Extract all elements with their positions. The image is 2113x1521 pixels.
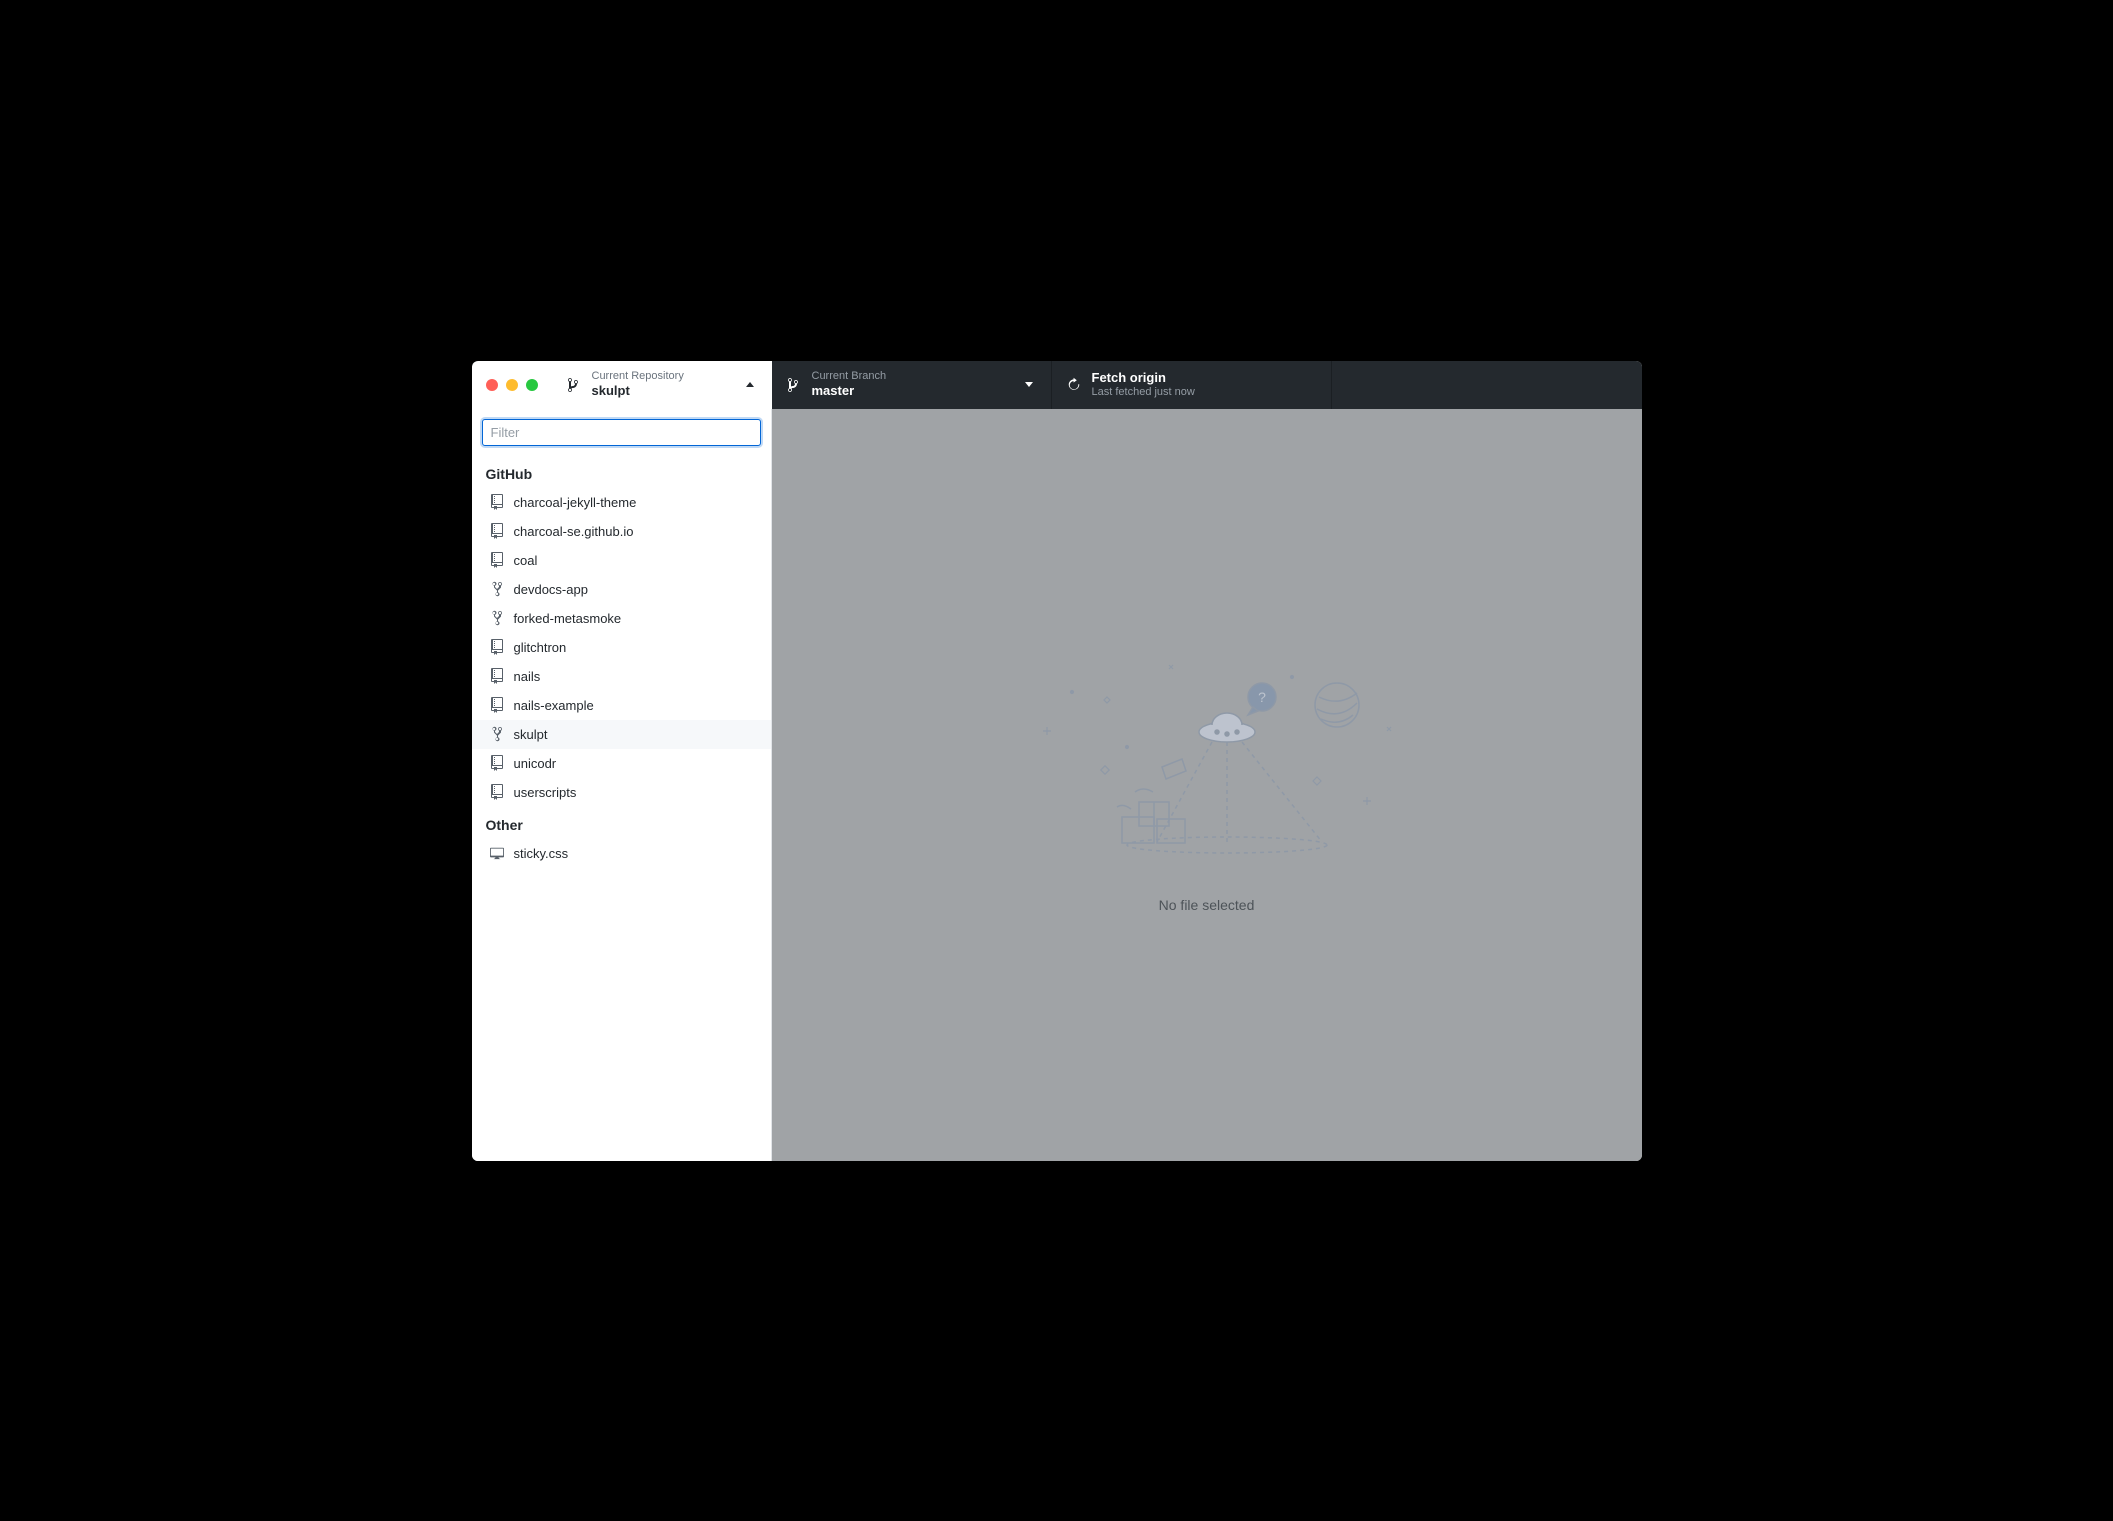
- repo-item[interactable]: charcoal-jekyll-theme: [472, 488, 771, 517]
- repo-item-label: nails: [514, 669, 541, 684]
- repo-item[interactable]: userscripts: [472, 778, 771, 807]
- repo-label: Current Repository: [592, 370, 684, 383]
- repo-group-header: Other: [472, 807, 771, 839]
- repo-item[interactable]: skulpt: [472, 720, 771, 749]
- repo-icon: [490, 524, 504, 538]
- filter-wrap: [472, 409, 771, 456]
- repo-item[interactable]: coal: [472, 546, 771, 575]
- repo-item-label: skulpt: [514, 727, 548, 742]
- minimize-window-button[interactable]: [506, 379, 518, 391]
- repo-icon: [490, 640, 504, 654]
- fork-icon: [490, 727, 504, 741]
- fetch-label: Fetch origin: [1092, 370, 1195, 386]
- main-panel: ?: [772, 409, 1642, 1161]
- repo-icon: [490, 495, 504, 509]
- current-repository-button[interactable]: Current Repository skulpt: [552, 361, 772, 409]
- fetch-origin-button[interactable]: Fetch origin Last fetched just now: [1052, 361, 1332, 409]
- repo-item[interactable]: sticky.css: [472, 839, 771, 868]
- empty-state-illustration: ?: [1017, 657, 1397, 867]
- fetch-status: Last fetched just now: [1092, 386, 1195, 399]
- repo-item-label: forked-metasmoke: [514, 611, 622, 626]
- branch-button-text: Current Branch master: [812, 370, 887, 399]
- repo-icon: [490, 756, 504, 770]
- repo-item[interactable]: forked-metasmoke: [472, 604, 771, 633]
- repo-icon: [490, 698, 504, 712]
- repo-item-label: devdocs-app: [514, 582, 588, 597]
- repository-sidebar: GitHub charcoal-jekyll-theme charcoal-se.g…: [472, 409, 772, 1161]
- fetch-button-text: Fetch origin Last fetched just now: [1092, 370, 1195, 399]
- branch-value: master: [812, 383, 887, 399]
- computer-icon: [490, 846, 504, 860]
- app-body: GitHub charcoal-jekyll-theme charcoal-se.g…: [472, 409, 1642, 1161]
- filter-input[interactable]: [482, 419, 761, 446]
- empty-state-text: No file selected: [1159, 897, 1255, 913]
- close-window-button[interactable]: [486, 379, 498, 391]
- repo-item-label: nails-example: [514, 698, 594, 713]
- repo-group-header: GitHub: [472, 456, 771, 488]
- git-branch-icon: [786, 377, 802, 393]
- chevron-up-icon: [746, 382, 754, 387]
- window-controls: [472, 361, 552, 409]
- repo-item-label: charcoal-se.github.io: [514, 524, 634, 539]
- repo-item[interactable]: devdocs-app: [472, 575, 771, 604]
- current-branch-button[interactable]: Current Branch master: [772, 361, 1052, 409]
- git-branch-icon: [566, 377, 582, 393]
- chevron-down-icon: [1025, 382, 1033, 387]
- sync-icon: [1066, 377, 1082, 393]
- repo-item-label: unicodr: [514, 756, 557, 771]
- repo-item[interactable]: unicodr: [472, 749, 771, 778]
- repo-icon: [490, 669, 504, 683]
- repo-value: skulpt: [592, 383, 684, 399]
- titlebar: Current Repository skulpt Current Branch…: [472, 361, 1642, 409]
- repository-list[interactable]: GitHub charcoal-jekyll-theme charcoal-se.g…: [472, 456, 771, 1161]
- repo-item[interactable]: nails-example: [472, 691, 771, 720]
- zoom-window-button[interactable]: [526, 379, 538, 391]
- repo-icon: [490, 785, 504, 799]
- fork-icon: [490, 582, 504, 596]
- fork-icon: [490, 611, 504, 625]
- svg-text:?: ?: [1258, 689, 1266, 705]
- repo-item-label: charcoal-jekyll-theme: [514, 495, 637, 510]
- repo-item-label: userscripts: [514, 785, 577, 800]
- branch-label: Current Branch: [812, 370, 887, 383]
- repo-item[interactable]: nails: [472, 662, 771, 691]
- app-window: Current Repository skulpt Current Branch…: [472, 361, 1642, 1161]
- repo-item-label: coal: [514, 553, 538, 568]
- repo-button-text: Current Repository skulpt: [592, 370, 684, 399]
- repo-item[interactable]: charcoal-se.github.io: [472, 517, 771, 546]
- repo-icon: [490, 553, 504, 567]
- repo-item-label: sticky.css: [514, 846, 569, 861]
- repo-item-label: glitchtron: [514, 640, 567, 655]
- repo-item[interactable]: glitchtron: [472, 633, 771, 662]
